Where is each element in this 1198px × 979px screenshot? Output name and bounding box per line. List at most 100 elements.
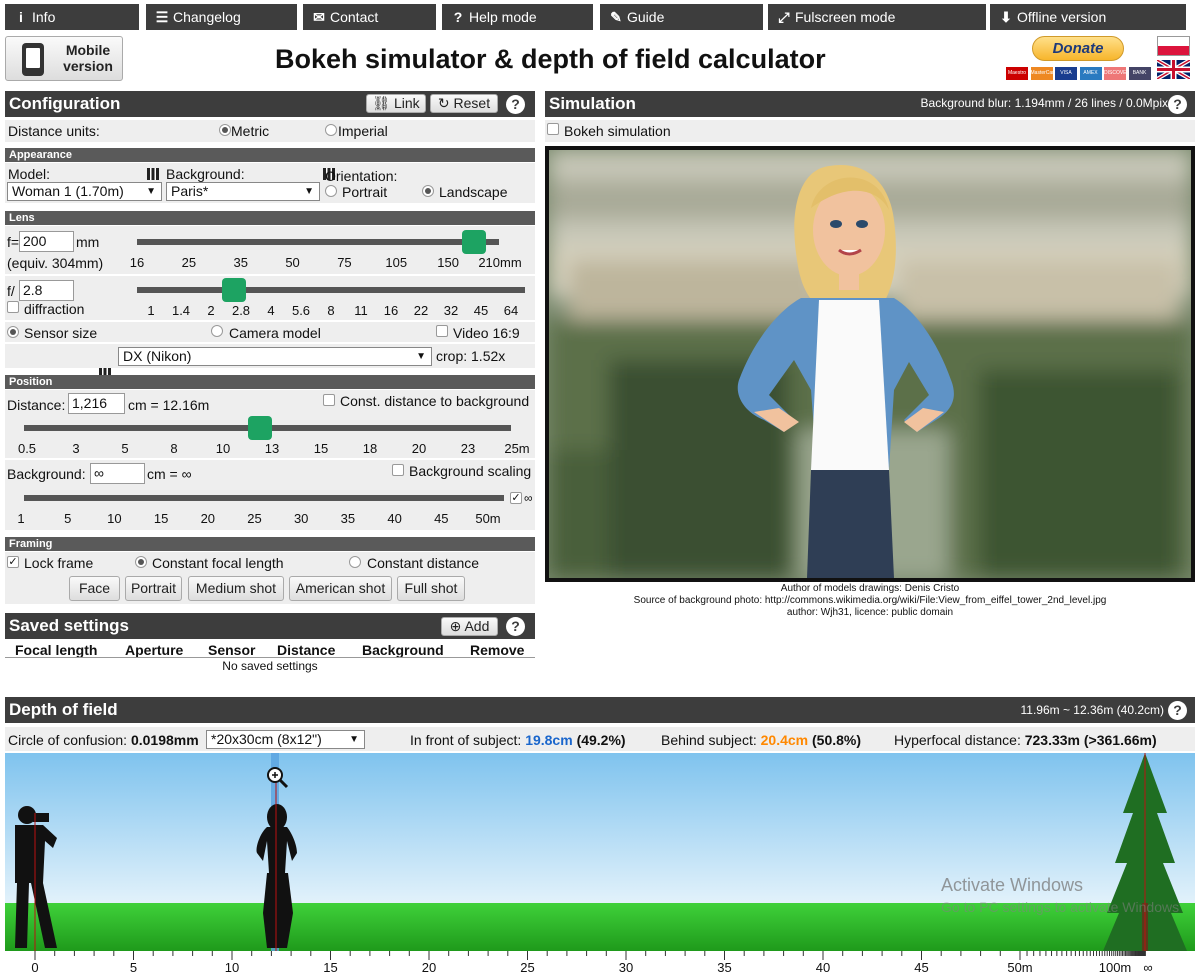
sensor-size-label: Sensor size — [24, 325, 98, 341]
ruler-label: 20 — [421, 960, 437, 975]
page-title: Bokeh simulator & depth of field calcula… — [275, 44, 826, 74]
video-checkbox[interactable] — [436, 325, 448, 337]
grid-icon[interactable] — [147, 168, 159, 180]
imperial-radio[interactable] — [325, 124, 337, 136]
payment-card-icon: MasterCard — [1030, 67, 1053, 80]
distance-input[interactable]: 1,216 — [68, 393, 125, 414]
help-icon[interactable]: ? — [1168, 701, 1187, 720]
framing-portrait-button[interactable]: Portrait — [125, 576, 182, 601]
saved-col-header: Background — [362, 642, 444, 658]
framing-face-button[interactable]: Face — [69, 576, 120, 601]
background-tick: 1 — [17, 511, 25, 526]
payment-card-icon: DISCOVER — [1104, 67, 1126, 80]
distance-suffix: cm = 12.16m — [128, 397, 210, 413]
nav-guide-button[interactable]: ✎ Guide — [600, 4, 763, 30]
model-label: Model: — [8, 166, 51, 182]
model-select[interactable]: Woman 1 (1.70m) ▼ — [7, 182, 162, 201]
lock-frame-checkbox[interactable]: ✓ — [7, 556, 19, 568]
diffraction-checkbox[interactable] — [7, 301, 19, 313]
help-icon[interactable]: ? — [506, 95, 525, 114]
aperture-tick: 8 — [327, 303, 335, 318]
background-dist-suffix: cm = ∞ — [147, 466, 192, 482]
nav-icon: ? — [453, 9, 463, 25]
focal-slider-thumb[interactable] — [461, 230, 486, 254]
aperture-slider-thumb[interactable] — [222, 278, 246, 302]
nav-help-mode-button[interactable]: ? Help mode — [442, 4, 593, 30]
infinity-checkbox[interactable]: ✓ — [510, 492, 522, 504]
distance-slider-thumb[interactable] — [248, 416, 273, 440]
saved-settings-header: Saved settings ⊕ Add ? — [5, 613, 535, 639]
uk-flag-icon[interactable] — [1157, 60, 1190, 79]
aperture-prefix: f/ — [7, 283, 15, 299]
bokeh-checkbox[interactable] — [547, 123, 559, 135]
donate-button[interactable]: Donate — [1032, 36, 1124, 61]
focal-tick: 16 — [129, 255, 145, 270]
aperture-tick: 4 — [267, 303, 275, 318]
background-scaling-label: Background scaling — [409, 463, 532, 479]
nav-label: Offline version — [1017, 9, 1107, 25]
help-icon[interactable]: ? — [1168, 95, 1187, 114]
aperture-tick: 16 — [383, 303, 399, 318]
background-tick: 35 — [340, 511, 356, 526]
nav-info-button[interactable]: i Info — [5, 4, 139, 30]
phone-icon — [22, 43, 44, 76]
orientation-label: Orientation: — [325, 168, 398, 184]
simulation-view[interactable] — [545, 146, 1195, 582]
background-slider-track[interactable] — [24, 495, 504, 501]
distance-tick: 23 — [460, 441, 476, 456]
sensor-size-radio[interactable] — [7, 326, 19, 338]
mobile-version-button[interactable]: Mobile version — [5, 36, 123, 81]
payment-icons: MaestroMasterCardVISAAMEXDISCOVERBANK — [1006, 67, 1152, 80]
nav-changelog-button[interactable]: ☰ Changelog — [146, 4, 297, 30]
const-focal-radio[interactable] — [135, 556, 147, 568]
ruler-label: 40 — [815, 960, 831, 975]
dof-scene[interactable]: Activate Windows Go to PC settings to ac… — [5, 753, 1195, 979]
polish-flag-icon[interactable] — [1157, 36, 1190, 56]
nav-icon: ✉ — [313, 9, 325, 25]
framing-medium-shot-button[interactable]: Medium shot — [188, 576, 284, 601]
link-button[interactable]: ⛓ Link — [366, 94, 426, 113]
camera-model-radio[interactable] — [211, 325, 223, 337]
saved-col-header: Focal length — [15, 642, 98, 658]
payment-card-icon: AMEX — [1079, 67, 1102, 80]
portrait-label: Portrait — [342, 184, 388, 200]
aperture-tick: 64 — [503, 303, 519, 318]
background-tick: 5 — [64, 511, 72, 526]
nav-offline-version-button[interactable]: ⬇ Offline version — [990, 4, 1186, 30]
nav-label: Help mode — [469, 9, 537, 25]
infinity-label: ∞ — [524, 491, 533, 505]
credit-line2: Source of background photo: http://commo… — [633, 595, 1107, 606]
aperture-input[interactable]: 2.8 — [19, 280, 74, 301]
focal-slider-track[interactable] — [137, 239, 499, 245]
framing-full-shot-button[interactable]: Full shot — [397, 576, 465, 601]
add-button[interactable]: ⊕ Add — [441, 617, 498, 636]
coc-select[interactable]: *20x30cm (8x12") ▼ — [206, 730, 365, 749]
dof-header: Depth of field 11.96m ~ 12.36m (40.2cm) … — [5, 697, 1195, 723]
sensor-select[interactable]: DX (Nikon) ▼ — [118, 347, 432, 366]
landscape-radio[interactable] — [422, 185, 434, 197]
background-scaling-checkbox[interactable] — [392, 464, 404, 476]
reset-button[interactable]: ↻ Reset — [430, 94, 498, 113]
portrait-radio[interactable] — [325, 185, 337, 197]
const-distance-radio[interactable] — [349, 556, 361, 568]
behind-label: Behind subject: 20.4cm (50.8%) — [661, 732, 862, 748]
nav-contact-button[interactable]: ✉ Contact — [303, 4, 436, 30]
framing-american-shot-button[interactable]: American shot — [289, 576, 392, 601]
aperture-tick: 1 — [147, 303, 155, 318]
background-dist-input[interactable]: ∞ — [90, 463, 145, 484]
hyperfocal-label: Hyperfocal distance: 723.33m (>361.66m) — [894, 732, 1157, 748]
camera-model-label: Camera model — [229, 325, 321, 341]
focal-length-input[interactable]: 200 — [19, 231, 74, 252]
lens-subheader: Lens — [5, 211, 535, 225]
payment-card-icon: Maestro — [1006, 67, 1028, 80]
background-select[interactable]: Paris* ▼ — [166, 182, 320, 201]
aperture-slider-track[interactable] — [137, 287, 525, 293]
diffraction-label: diffraction — [24, 301, 85, 317]
metric-radio[interactable] — [219, 124, 231, 136]
nav-label: Contact — [330, 9, 379, 25]
equiv-label: (equiv. 304mm) — [7, 255, 104, 271]
configuration-title: Configuration — [9, 94, 121, 113]
const-distance-checkbox[interactable] — [323, 394, 335, 406]
nav-fulscreen-mode-button[interactable]: ⤢ Fulscreen mode — [768, 4, 986, 30]
help-icon[interactable]: ? — [506, 617, 525, 636]
